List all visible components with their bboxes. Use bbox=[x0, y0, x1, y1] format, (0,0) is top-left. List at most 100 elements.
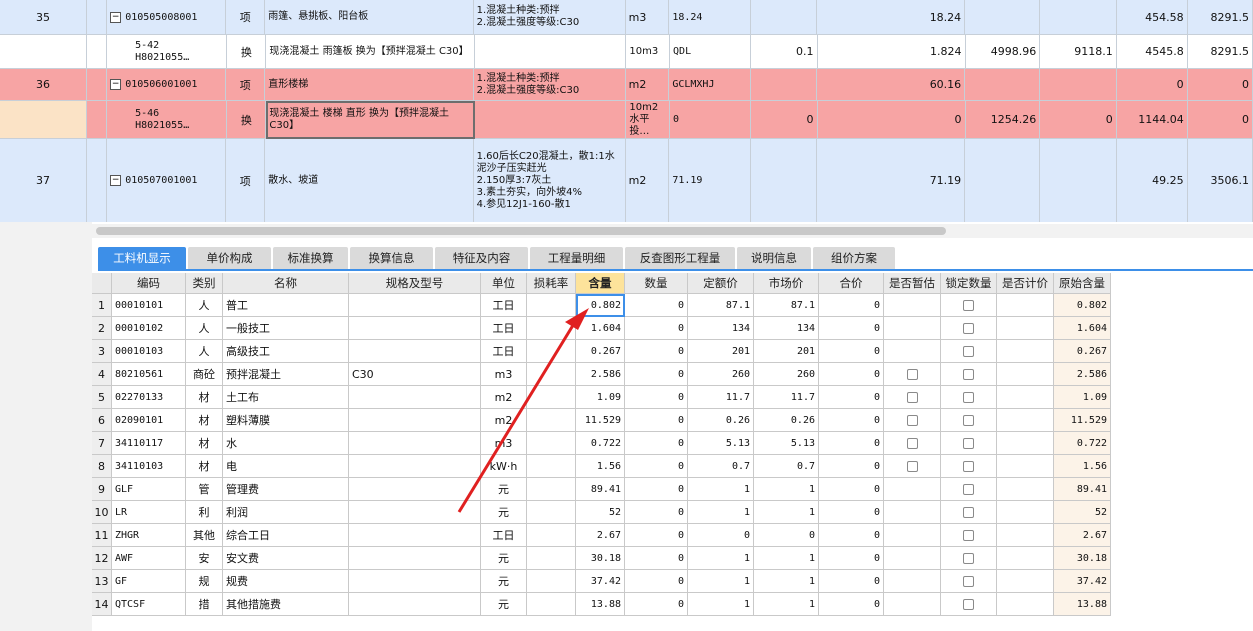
cell-num[interactable]: 0 bbox=[625, 363, 688, 386]
resource-row[interactable]: 14 QTCSF 措 其他措施费 元 13.88 0 1 1 0 13.88 bbox=[92, 593, 1111, 616]
resource-row[interactable]: 10 LR 利利润元 52 0 1 1 0 52 bbox=[92, 501, 1111, 524]
bill-cell-code[interactable]: 5-42 H8021055… bbox=[107, 35, 228, 69]
bill-cell-c6[interactable]: 3506.1 bbox=[1188, 139, 1253, 222]
bill-cell-code[interactable]: −010506001001 bbox=[107, 69, 227, 101]
bill-cell-blank[interactable] bbox=[86, 35, 108, 69]
cell-calc[interactable] bbox=[997, 340, 1054, 363]
cell-loss[interactable] bbox=[527, 478, 576, 501]
bill-row[interactable]: 35 −010505008001 项 雨篷、悬挑板、阳台板 1.混凝土种类:预拌 2.混… bbox=[0, 0, 1253, 35]
cell-spec[interactable] bbox=[349, 547, 481, 570]
bill-row[interactable]: 5-46 H8021055… 换 现浇混凝土 楼梯 直形 换为【预拌混凝土 C30】… bbox=[0, 101, 1253, 139]
cell-loss[interactable] bbox=[527, 547, 576, 570]
cell-lock[interactable] bbox=[941, 455, 997, 478]
resource-row[interactable]: 8 34110103 材 电 kW·h 1.56 0 0.7 0.7 0 1.56 bbox=[92, 455, 1111, 478]
cell-cat[interactable]: 人 bbox=[186, 340, 223, 363]
cell-qty[interactable]: 37.42 bbox=[576, 570, 625, 593]
header-code[interactable]: 编码 bbox=[112, 273, 186, 294]
resource-row[interactable]: 11 ZHGR 其他 综合工日 工日 2.67 0 0 0 0 2.67 bbox=[92, 524, 1111, 547]
cell-lock[interactable] bbox=[941, 570, 997, 593]
bill-cell-type[interactable]: 项 bbox=[226, 0, 266, 35]
cell-n[interactable]: 2 bbox=[92, 317, 112, 340]
tab-5[interactable]: 特征及内容 bbox=[435, 247, 528, 269]
cell-market[interactable]: 11.7 bbox=[754, 386, 819, 409]
cell-calc[interactable] bbox=[997, 409, 1054, 432]
cell-price[interactable]: 1 bbox=[688, 501, 754, 524]
cell-code[interactable]: QTCSF bbox=[112, 593, 186, 616]
cell-est[interactable] bbox=[884, 294, 941, 317]
cell-qty[interactable]: 1.604 bbox=[576, 317, 625, 340]
cell-cat[interactable]: 商砼 bbox=[186, 363, 223, 386]
cell-price[interactable]: 1 bbox=[688, 570, 754, 593]
cell-spec[interactable] bbox=[349, 455, 481, 478]
cell-total[interactable]: 0 bbox=[819, 363, 884, 386]
cell-price[interactable]: 1 bbox=[688, 478, 754, 501]
cell-est[interactable] bbox=[884, 340, 941, 363]
bill-cell-c2[interactable]: 18.24 bbox=[816, 0, 966, 35]
checkbox[interactable] bbox=[963, 575, 974, 587]
cell-num[interactable]: 0 bbox=[625, 340, 688, 363]
bill-cell-blank[interactable] bbox=[87, 69, 108, 101]
bill-cell-c3[interactable] bbox=[965, 0, 1040, 35]
cell-orig[interactable]: 89.41 bbox=[1054, 478, 1111, 501]
bill-cell-expr[interactable]: QDL bbox=[670, 35, 752, 69]
bill-cell-blank[interactable] bbox=[86, 101, 108, 139]
cell-est[interactable] bbox=[884, 363, 941, 386]
cell-name[interactable]: 电 bbox=[223, 455, 349, 478]
bill-cell-c5[interactable]: 454.58 bbox=[1116, 0, 1188, 35]
cell-n[interactable]: 4 bbox=[92, 363, 112, 386]
cell-market[interactable]: 5.13 bbox=[754, 432, 819, 455]
bill-cell-c6[interactable]: 0 bbox=[1187, 101, 1253, 139]
cell-spec[interactable] bbox=[349, 294, 481, 317]
cell-est[interactable] bbox=[884, 570, 941, 593]
cell-loss[interactable] bbox=[527, 340, 576, 363]
bill-cell-c3[interactable] bbox=[965, 69, 1040, 101]
cell-cat[interactable]: 人 bbox=[186, 317, 223, 340]
tab-2[interactable]: 单价构成 bbox=[188, 247, 271, 269]
cell-code[interactable]: 34110103 bbox=[112, 455, 186, 478]
bill-cell-c6[interactable]: 8291.5 bbox=[1187, 0, 1253, 35]
cell-orig[interactable]: 0.267 bbox=[1054, 340, 1111, 363]
cell-calc[interactable] bbox=[997, 570, 1054, 593]
cell-lock[interactable] bbox=[941, 478, 997, 501]
bill-cell-c5[interactable]: 0 bbox=[1116, 69, 1188, 101]
cell-loss[interactable] bbox=[527, 524, 576, 547]
bill-cell-c3[interactable] bbox=[965, 139, 1040, 222]
cell-price[interactable]: 260 bbox=[688, 363, 754, 386]
cell-total[interactable]: 0 bbox=[819, 317, 884, 340]
bill-cell-type[interactable]: 项 bbox=[226, 69, 266, 101]
bill-cell-c4[interactable]: 9118.1 bbox=[1040, 35, 1117, 69]
resource-row[interactable]: 4 80210561 商砼 预拌混凝土 C30 m3 2.586 0 260 260 0 2.586 bbox=[92, 363, 1111, 386]
cell-unit[interactable]: 工日 bbox=[481, 317, 527, 340]
bill-cell-c1[interactable] bbox=[751, 139, 817, 222]
cell-num[interactable]: 0 bbox=[625, 501, 688, 524]
cell-lock[interactable] bbox=[941, 409, 997, 432]
bill-cell-feature[interactable]: 1.混凝土种类:预拌 2.混凝土强度等级:C30 bbox=[473, 69, 626, 101]
cell-est[interactable] bbox=[884, 501, 941, 524]
header-spec[interactable]: 规格及型号 bbox=[349, 273, 481, 294]
cell-est[interactable] bbox=[884, 547, 941, 570]
cell-unit[interactable]: m3 bbox=[481, 363, 527, 386]
header-qty[interactable]: 含量 bbox=[576, 273, 625, 294]
cell-n[interactable]: 9 bbox=[92, 478, 112, 501]
checkbox[interactable] bbox=[963, 598, 974, 610]
bill-cell-num[interactable] bbox=[0, 101, 87, 139]
cell-market[interactable]: 87.1 bbox=[754, 294, 819, 317]
tab-8[interactable]: 说明信息 bbox=[737, 247, 811, 269]
tab-3[interactable]: 标准换算 bbox=[273, 247, 348, 269]
cell-calc[interactable] bbox=[997, 432, 1054, 455]
bill-cell-c4[interactable] bbox=[1040, 139, 1117, 222]
cell-loss[interactable] bbox=[527, 455, 576, 478]
cell-name[interactable]: 预拌混凝土 bbox=[223, 363, 349, 386]
cell-lock[interactable] bbox=[941, 432, 997, 455]
bill-cell-code[interactable]: −010507001001 bbox=[107, 139, 227, 222]
cell-market[interactable]: 1 bbox=[754, 501, 819, 524]
cell-cat[interactable]: 材 bbox=[186, 432, 223, 455]
bill-cell-c1[interactable]: 0.1 bbox=[751, 35, 818, 69]
cell-unit[interactable]: 元 bbox=[481, 501, 527, 524]
bill-cell-c4[interactable] bbox=[1039, 0, 1117, 35]
bill-row[interactable]: 36 −010506001001 项 直形楼梯 1.混凝土种类:预拌 2.混凝土强度等级… bbox=[0, 69, 1253, 101]
cell-total[interactable]: 0 bbox=[819, 340, 884, 363]
cell-name[interactable]: 土工布 bbox=[223, 386, 349, 409]
cell-qty[interactable]: 89.41 bbox=[576, 478, 625, 501]
cell-n[interactable]: 14 bbox=[92, 593, 112, 616]
